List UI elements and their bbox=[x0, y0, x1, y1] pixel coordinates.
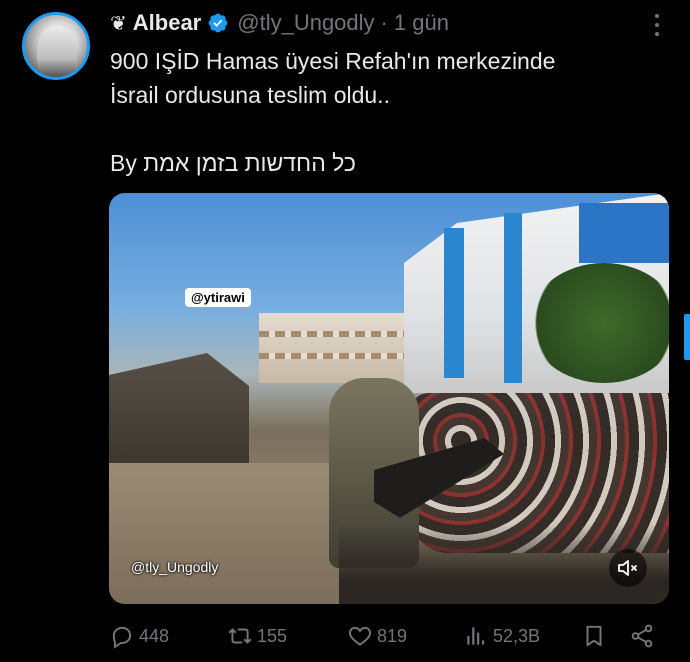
tweet-text-line-3: By כל החדשות בזמן אמת bbox=[110, 150, 356, 176]
views-button[interactable]: 52,3B bbox=[463, 623, 540, 649]
timestamp[interactable]: 1 gün bbox=[394, 10, 449, 36]
verified-badge-icon bbox=[207, 12, 229, 34]
reply-icon bbox=[112, 626, 132, 649]
tweet-video[interactable]: @ytirawi @tly_Ungodly bbox=[109, 193, 669, 604]
tweet-text-line-1: 900 IŞİD Hamas üyesi Refah'ın merkezinde bbox=[110, 48, 556, 74]
video-scene-vehicle bbox=[109, 353, 249, 463]
video-watermark-top: @ytirawi bbox=[185, 288, 251, 307]
mute-icon bbox=[618, 560, 638, 576]
tweet-header: ❦ Albear @tly_Ungodly · 1 gün bbox=[110, 8, 449, 38]
views-icon bbox=[467, 627, 485, 645]
name-emoji: ❦ bbox=[110, 12, 127, 35]
repost-button[interactable]: 155 bbox=[227, 623, 287, 649]
tweet-text: 900 IŞİD Hamas üyesi Refah'ın merkezinde… bbox=[110, 44, 670, 180]
more-icon[interactable] bbox=[654, 14, 660, 36]
mute-button[interactable] bbox=[609, 549, 647, 587]
reply-button[interactable]: 448 bbox=[109, 623, 169, 649]
bookmark-button[interactable] bbox=[581, 623, 607, 649]
like-count: 819 bbox=[377, 625, 408, 646]
user-handle[interactable]: @tly_Ungodly bbox=[237, 10, 374, 36]
display-name[interactable]: Albear bbox=[133, 10, 201, 36]
separator-dot: · bbox=[380, 10, 388, 35]
video-scene-tree bbox=[529, 263, 669, 383]
like-icon bbox=[349, 626, 371, 646]
reply-count: 448 bbox=[139, 625, 170, 646]
avatar[interactable] bbox=[22, 12, 90, 80]
views-count: 52,3B bbox=[493, 625, 541, 646]
repost-count: 155 bbox=[257, 625, 288, 646]
video-scene-building bbox=[259, 313, 409, 383]
bookmark-icon bbox=[586, 625, 602, 647]
tweet-actions: 448 155 819 52,3B bbox=[109, 620, 665, 652]
avatar-image bbox=[37, 25, 77, 77]
repost-icon bbox=[228, 628, 252, 644]
like-button[interactable]: 819 bbox=[347, 623, 407, 649]
share-icon bbox=[631, 624, 653, 648]
video-watermark-bottom: @tly_Ungodly bbox=[131, 559, 219, 575]
tweet-text-line-2: İsrail ordusuna teslim oldu.. bbox=[110, 82, 390, 108]
scroll-indicator[interactable] bbox=[684, 314, 690, 360]
share-button[interactable] bbox=[629, 623, 655, 649]
